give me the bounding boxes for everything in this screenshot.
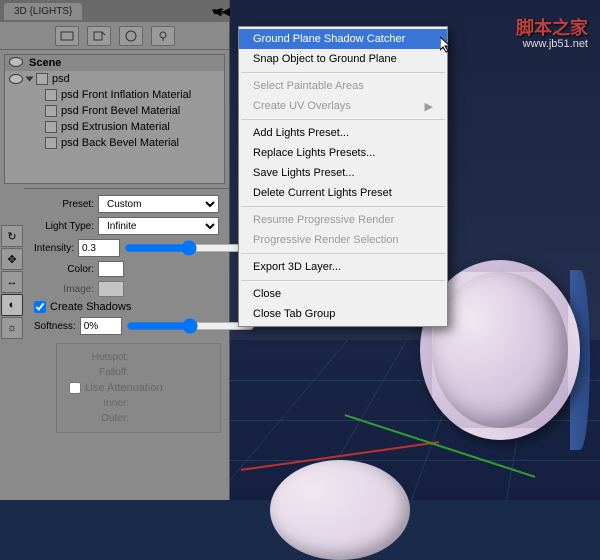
visibility-toggle[interactable] xyxy=(9,74,23,84)
material-icon xyxy=(45,137,57,149)
menu-item[interactable]: Save Lights Preset... xyxy=(239,163,447,183)
light-type-select[interactable]: Infinite xyxy=(98,217,219,235)
panel-flyout-menu: Ground Plane Shadow CatcherSnap Object t… xyxy=(238,26,448,327)
intensity-label: Intensity: xyxy=(34,243,74,254)
use-attenuation-label: Use Attenuation xyxy=(85,382,163,394)
preset-label: Preset: xyxy=(34,199,94,210)
attenuation-group: Hotspot: Falloff: Use Attenuation Inner:… xyxy=(56,343,221,433)
scene-tree[interactable]: Scene psd psd Front Inflation Material ps… xyxy=(4,54,225,184)
inner-label: Inner: xyxy=(69,398,129,409)
menu-separator xyxy=(241,253,445,254)
menu-separator xyxy=(241,119,445,120)
menu-item[interactable]: Close xyxy=(239,284,447,304)
light-rotate-tool[interactable]: ↻ xyxy=(1,225,23,247)
intensity-input[interactable] xyxy=(78,239,120,257)
watermark-title: 脚本之家 xyxy=(516,14,588,40)
scene-header: Scene xyxy=(5,55,224,71)
material-icon xyxy=(45,89,57,101)
menu-item[interactable]: Export 3D Layer... xyxy=(239,257,447,277)
menu-separator xyxy=(241,280,445,281)
filter-toolbar xyxy=(0,22,229,50)
scene-row[interactable]: psd Extrusion Material xyxy=(5,119,224,135)
3d-panel: 3D {LIGHTS} ◀◀ ▾≡ Scene psd psd Front In… xyxy=(0,0,230,500)
flyout-menu-icon[interactable]: ▾≡ xyxy=(211,4,225,18)
hotspot-label: Hotspot: xyxy=(69,352,129,363)
scene-header-label: Scene xyxy=(29,57,61,69)
scene-item-label: psd xyxy=(52,73,70,85)
menu-item: Resume Progressive Render xyxy=(239,210,447,230)
image-swatch xyxy=(98,281,124,297)
scene-item-label: psd Front Bevel Material xyxy=(61,105,180,117)
menu-item: Progressive Render Selection xyxy=(239,230,447,250)
menu-item[interactable]: Add Lights Preset... xyxy=(239,123,447,143)
menu-item: Create UV Overlays▶ xyxy=(239,96,447,116)
material-icon xyxy=(45,105,57,117)
expand-icon[interactable] xyxy=(26,77,34,82)
filter-light-button[interactable] xyxy=(151,26,175,46)
scene-item-label: psd Front Inflation Material xyxy=(61,89,191,101)
panel-tab[interactable]: 3D {LIGHTS} xyxy=(4,3,82,20)
menu-separator xyxy=(241,72,445,73)
menu-separator xyxy=(241,206,445,207)
light-slide-tool[interactable]: ↔ xyxy=(1,271,23,293)
scene-item-label: psd Extrusion Material xyxy=(61,121,170,133)
tool-column: ↻ ✥ ↔ ◐ ☼ xyxy=(0,224,24,424)
material-icon xyxy=(45,121,57,133)
intensity-slider[interactable] xyxy=(124,241,253,255)
filter-mesh-button[interactable] xyxy=(87,26,111,46)
menu-item[interactable]: Ground Plane Shadow Catcher xyxy=(239,29,447,49)
softness-label: Softness: xyxy=(34,321,76,332)
scene-item-label: psd Back Bevel Material xyxy=(61,137,179,149)
toggle-light-tool[interactable]: ☼ xyxy=(1,317,23,339)
preset-select[interactable]: Custom xyxy=(98,195,219,213)
color-label: Color: xyxy=(34,264,94,275)
falloff-label: Falloff: xyxy=(69,367,129,378)
image-label: Image: xyxy=(34,284,94,295)
light-pan-tool[interactable]: ✥ xyxy=(1,248,23,270)
letter-face xyxy=(270,460,410,560)
scene-row-root[interactable]: psd xyxy=(5,71,224,87)
mesh-icon xyxy=(36,73,48,85)
panel-tab-bar: 3D {LIGHTS} ◀◀ ▾≡ xyxy=(0,0,229,22)
softness-slider[interactable] xyxy=(126,319,255,333)
color-swatch[interactable] xyxy=(98,261,124,277)
light-type-label: Light Type: xyxy=(34,221,94,232)
scene-row[interactable]: psd Front Inflation Material xyxy=(5,87,224,103)
menu-item[interactable]: Replace Lights Presets... xyxy=(239,143,447,163)
create-shadows-checkbox[interactable] xyxy=(34,301,46,313)
menu-item[interactable]: Close Tab Group xyxy=(239,304,447,324)
scene-row[interactable]: psd Back Bevel Material xyxy=(5,135,224,151)
scene-row[interactable]: psd Front Bevel Material xyxy=(5,103,224,119)
use-attenuation-checkbox xyxy=(69,382,81,394)
light-properties: ↻ ✥ ↔ ◐ ☼ Preset: Custom Light Type: Inf… xyxy=(24,188,229,441)
point-light-tool[interactable]: ◐ xyxy=(1,294,23,316)
filter-material-button[interactable] xyxy=(119,26,143,46)
visibility-icon xyxy=(9,57,23,67)
outer-label: Outer: xyxy=(69,413,129,424)
menu-item[interactable]: Delete Current Lights Preset xyxy=(239,183,447,203)
create-shadows-label: Create Shadows xyxy=(50,301,131,313)
submenu-arrow-icon: ▶ xyxy=(425,100,433,113)
menu-item[interactable]: Snap Object to Ground Plane xyxy=(239,49,447,69)
menu-item: Select Paintable Areas xyxy=(239,76,447,96)
softness-input[interactable] xyxy=(80,317,122,335)
light-cone-icon xyxy=(172,348,212,398)
filter-scene-button[interactable] xyxy=(55,26,79,46)
watermark-url: www.jb51.net xyxy=(523,38,588,50)
